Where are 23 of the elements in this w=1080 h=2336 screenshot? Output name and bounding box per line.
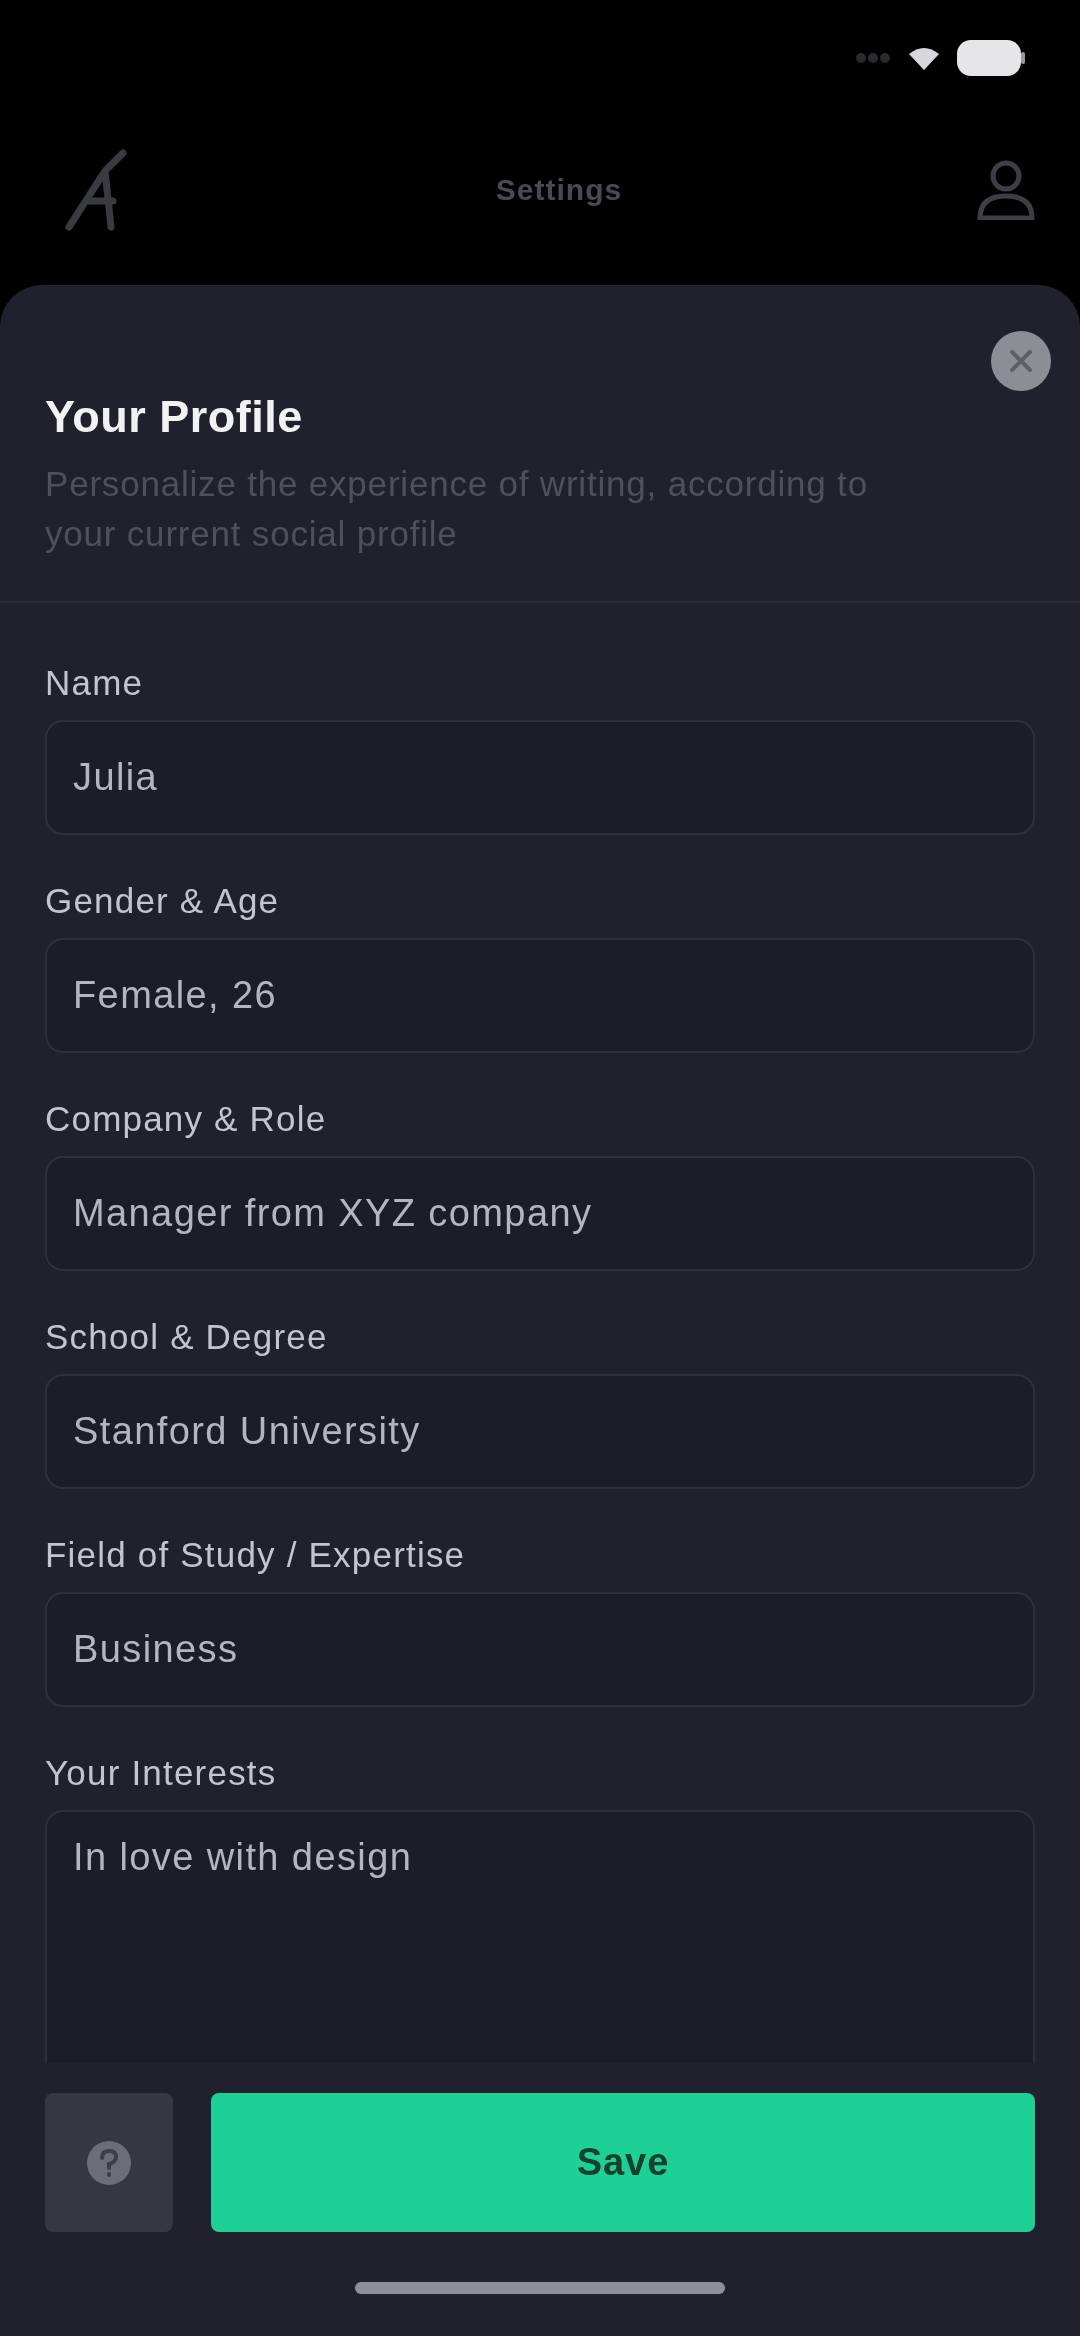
field-label: Your Interests (45, 1753, 277, 1793)
help-icon (87, 2140, 131, 2185)
field-label: Field of Study / Expertise (45, 1535, 466, 1575)
wifi-icon (909, 45, 939, 70)
close-button[interactable] (991, 331, 1051, 391)
field-label: Gender & Age (45, 881, 280, 921)
close-icon (1010, 350, 1032, 372)
field-label: School & Degree (45, 1317, 328, 1357)
text-field[interactable]: Julia (45, 720, 1035, 835)
battery-icon (957, 39, 1025, 76)
text-field[interactable]: Female, 26 (45, 938, 1035, 1053)
text-field[interactable]: Manager from XYZ company (45, 1156, 1035, 1271)
field-label: Name (45, 663, 144, 703)
person-icon[interactable] (977, 160, 1035, 220)
text-field[interactable]: Stanford University (45, 1374, 1035, 1489)
signal-icon (855, 51, 891, 64)
text-area[interactable]: In love with design (45, 1810, 1035, 2063)
nav-title: Settings (495, 173, 623, 207)
save-button[interactable]: Save (211, 2093, 1035, 2232)
text-field[interactable]: Business (45, 1592, 1035, 1707)
sheet-title: Your Profile (45, 391, 303, 443)
field-label: Company & Role (45, 1099, 327, 1139)
help-button[interactable] (45, 2093, 173, 2232)
